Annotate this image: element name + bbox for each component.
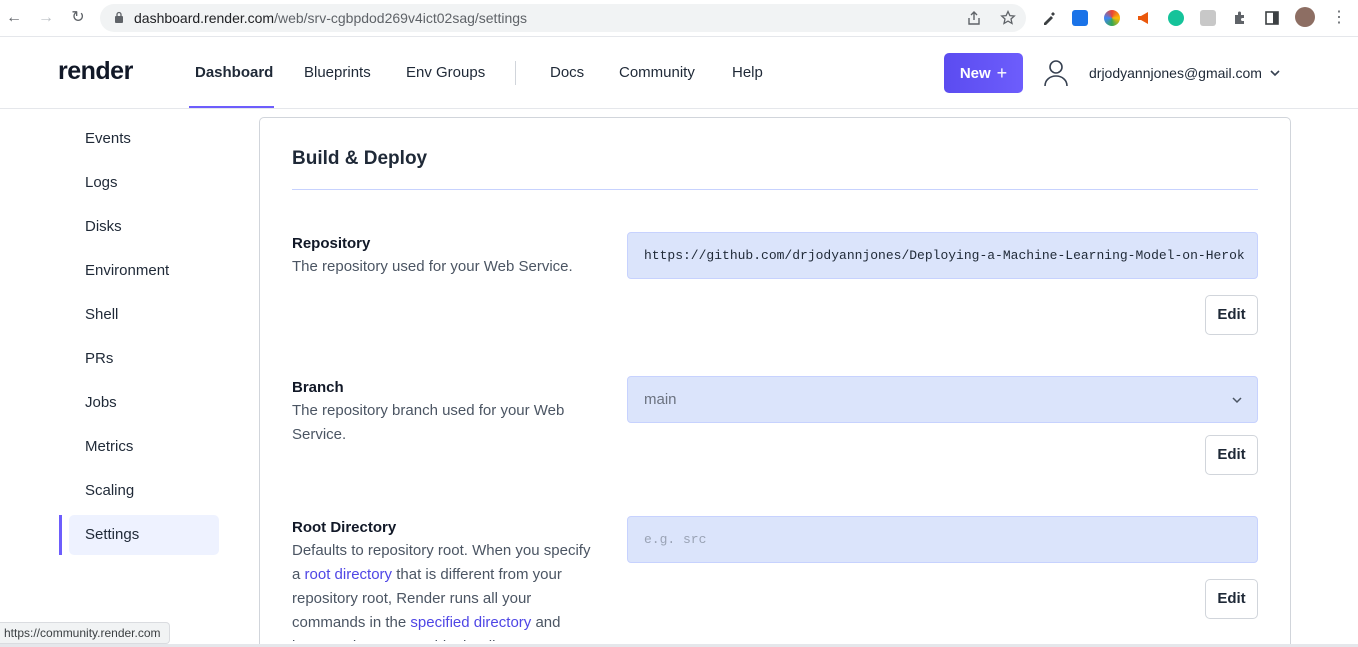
sidebar-item-scaling[interactable]: Scaling bbox=[69, 471, 219, 511]
link-status-bubble: https://community.render.com bbox=[0, 622, 170, 644]
branch-select[interactable]: main bbox=[627, 376, 1258, 423]
sidebar-item-events[interactable]: Events bbox=[69, 119, 219, 159]
browser-toolbar: ← → ↻ dashboard.render.com/web/srv-cgbpd… bbox=[0, 0, 1358, 37]
sidebar-item-prs[interactable]: PRs bbox=[69, 339, 219, 379]
extensions-puzzle-icon[interactable] bbox=[1232, 10, 1248, 26]
branch-value: main bbox=[644, 391, 677, 408]
repository-description: The repository used for your Web Service… bbox=[292, 258, 573, 275]
reload-icon[interactable]: ↻ bbox=[68, 8, 88, 28]
sidebar-item-shell[interactable]: Shell bbox=[69, 295, 219, 335]
new-button-label: New bbox=[959, 64, 991, 82]
plus-icon: + bbox=[996, 62, 1008, 83]
url-text: dashboard.render.com/web/srv-cgbpdod269v… bbox=[134, 10, 527, 26]
specified-directory-link[interactable]: specified directory bbox=[410, 614, 531, 631]
render-logo[interactable]: render bbox=[58, 57, 133, 86]
sidebar-active-indicator bbox=[59, 515, 62, 555]
branch-description: The repository branch used for your Web … bbox=[292, 402, 565, 443]
megaphone-extension-icon[interactable] bbox=[1136, 10, 1152, 26]
nav-divider bbox=[515, 61, 516, 85]
address-bar[interactable]: dashboard.render.com/web/srv-cgbpdod269v… bbox=[100, 4, 1026, 32]
profile-avatar[interactable] bbox=[1295, 7, 1315, 27]
extension-blue-icon[interactable] bbox=[1072, 10, 1088, 26]
root-directory-input[interactable]: e.g. src bbox=[627, 516, 1258, 563]
repository-value: https://github.com/drjodyannjones/Deploy… bbox=[644, 248, 1244, 263]
root-directory-label: Root Directory bbox=[292, 519, 397, 536]
section-title: Build & Deploy bbox=[292, 148, 428, 169]
new-button[interactable]: New + bbox=[944, 53, 1023, 93]
repository-edit-button[interactable]: Edit bbox=[1205, 295, 1258, 335]
nav-dashboard[interactable]: Dashboard bbox=[195, 64, 273, 81]
chevron-down-icon[interactable] bbox=[1269, 67, 1281, 79]
repository-label: Repository bbox=[292, 235, 371, 252]
extension-color-icon[interactable] bbox=[1104, 10, 1120, 26]
root-directory-description: Defaults to repository root. When you sp… bbox=[292, 539, 592, 641]
side-panel-icon[interactable] bbox=[1264, 10, 1280, 26]
nav-community[interactable]: Community bbox=[619, 64, 695, 81]
nav-help[interactable]: Help bbox=[732, 64, 763, 81]
sidebar-item-environment[interactable]: Environment bbox=[69, 251, 219, 291]
share-icon[interactable] bbox=[966, 10, 982, 26]
repository-field[interactable]: https://github.com/drjodyannjones/Deploy… bbox=[627, 232, 1258, 279]
sidebar-item-settings[interactable]: Settings bbox=[69, 515, 219, 555]
section-divider bbox=[292, 189, 1258, 190]
chevron-down-icon bbox=[1232, 397, 1242, 404]
extension-gray-icon[interactable] bbox=[1200, 10, 1216, 26]
bookmark-star-icon[interactable] bbox=[1000, 10, 1016, 26]
grammarly-icon[interactable] bbox=[1168, 10, 1184, 26]
branch-label: Branch bbox=[292, 379, 344, 396]
app-header: render Dashboard Blueprints Env Groups D… bbox=[0, 37, 1358, 109]
user-email[interactable]: drjodyannjones@gmail.com bbox=[1089, 65, 1262, 81]
nav-env-groups[interactable]: Env Groups bbox=[406, 64, 485, 81]
active-nav-indicator bbox=[189, 106, 274, 108]
forward-icon[interactable]: → bbox=[36, 8, 56, 28]
eyedropper-extension-icon[interactable] bbox=[1041, 10, 1057, 26]
url-path: /web/srv-cgbpdod269v4ict02sag/settings bbox=[274, 10, 528, 26]
root-directory-link[interactable]: root directory bbox=[305, 566, 393, 583]
nav-docs[interactable]: Docs bbox=[550, 64, 584, 81]
branch-edit-button[interactable]: Edit bbox=[1205, 435, 1258, 475]
root-directory-edit-button[interactable]: Edit bbox=[1205, 579, 1258, 619]
sidebar-item-disks[interactable]: Disks bbox=[69, 207, 219, 247]
sidebar-item-logs[interactable]: Logs bbox=[69, 163, 219, 203]
sidebar-item-jobs[interactable]: Jobs bbox=[69, 383, 219, 423]
url-host: dashboard.render.com bbox=[134, 10, 275, 26]
nav-blueprints[interactable]: Blueprints bbox=[304, 64, 371, 81]
sidebar-item-metrics[interactable]: Metrics bbox=[69, 427, 219, 467]
lock-icon bbox=[115, 11, 123, 23]
back-icon[interactable]: ← bbox=[4, 8, 24, 28]
browser-menu-icon[interactable]: ⋮ bbox=[1331, 8, 1347, 26]
root-directory-placeholder: e.g. src bbox=[644, 532, 707, 547]
user-icon[interactable] bbox=[1043, 59, 1069, 87]
